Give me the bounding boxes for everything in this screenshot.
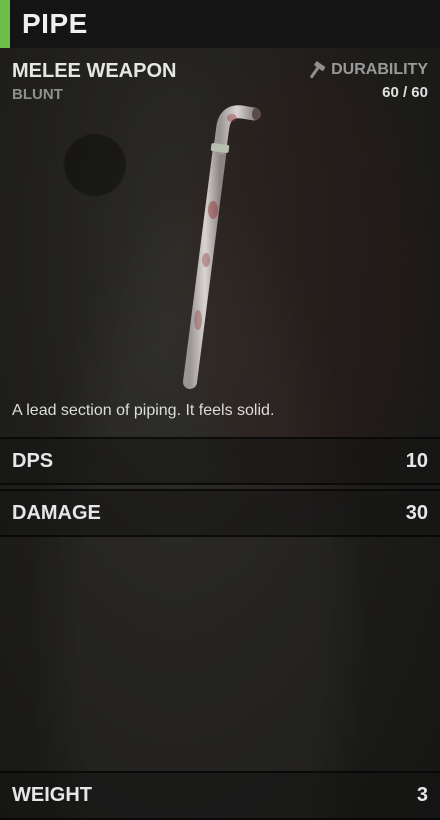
durability-block: DURABILITY 60 / 60 <box>305 60 428 101</box>
item-header: PIPE <box>0 0 440 48</box>
stat-row-weight: WEIGHT 3 <box>0 771 440 820</box>
dps-value: 10 <box>405 449 428 472</box>
stat-row-dps: DPS 10 <box>0 437 440 485</box>
item-title: PIPE <box>22 8 88 39</box>
dps-label: DPS <box>12 449 54 472</box>
pipe-item-image <box>170 100 270 390</box>
item-type: MELEE WEAPON <box>12 60 177 82</box>
durability-label-row: DURABILITY <box>305 60 428 80</box>
stat-row-damage: DAMAGE 30 <box>0 489 440 537</box>
weight-value: 3 <box>416 784 428 806</box>
durability-label: DURABILITY <box>331 61 428 78</box>
damage-value: 30 <box>405 501 428 524</box>
damage-label: DAMAGE <box>12 501 101 524</box>
item-description: A lead section of piping. It feels solid… <box>12 402 275 419</box>
item-subtype: BLUNT <box>12 86 63 103</box>
weight-label: WEIGHT <box>12 784 92 806</box>
durability-value: 60 / 60 <box>382 84 428 101</box>
hammer-icon <box>305 60 326 80</box>
